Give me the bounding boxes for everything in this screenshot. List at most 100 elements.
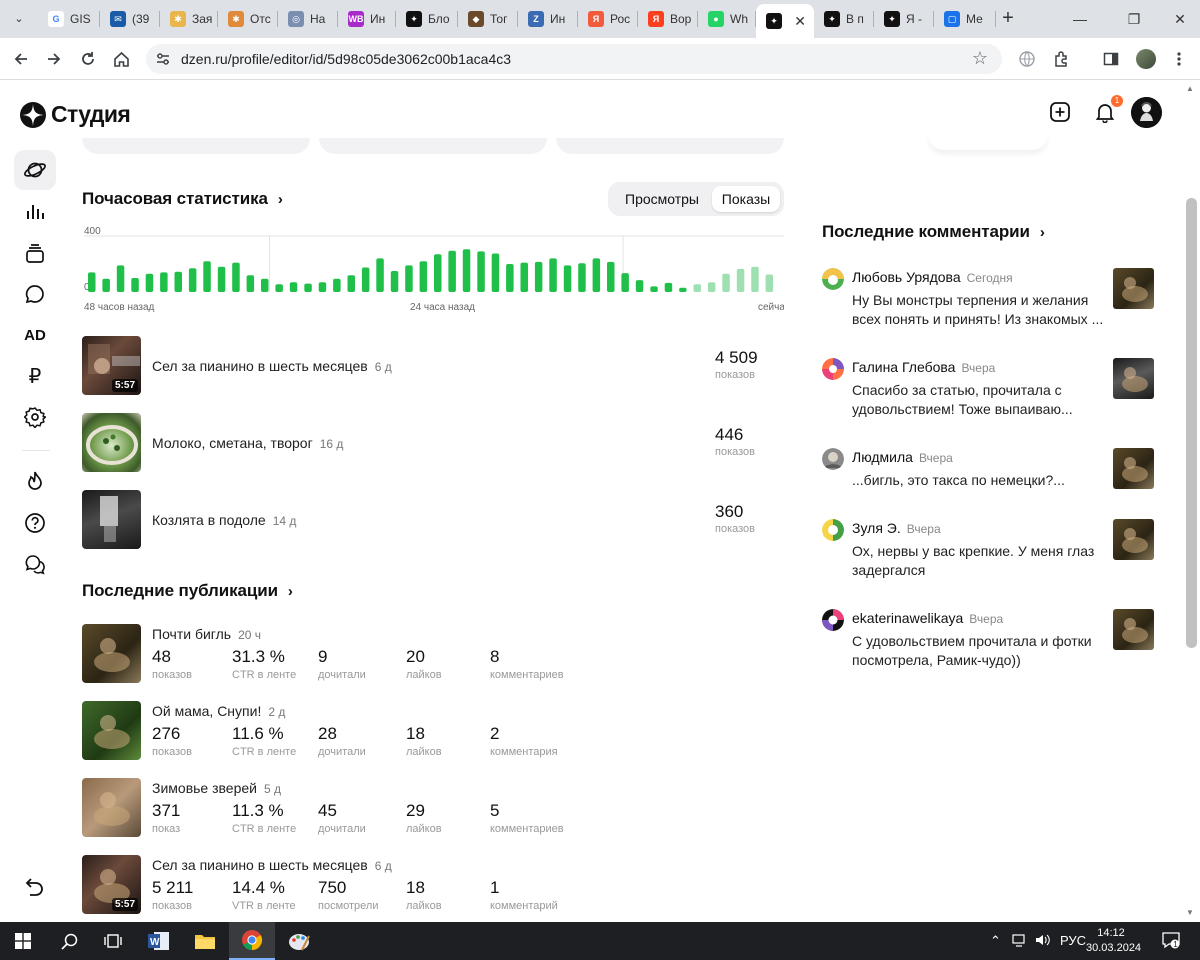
commenter-avatar[interactable] <box>822 358 844 380</box>
minimize-button[interactable]: — <box>1060 6 1100 32</box>
comment-item[interactable]: Галина Глебова Вчера Спасибо за статью, пр… <box>822 358 1156 430</box>
browser-tab[interactable]: ✱ Отс <box>218 6 278 32</box>
commenter-avatar[interactable] <box>822 609 844 631</box>
sidebar-item-help[interactable] <box>14 503 56 543</box>
forward-button[interactable] <box>41 46 67 72</box>
browser-tab[interactable]: ✱ Зая <box>160 6 218 32</box>
publication-title-line[interactable]: Сел за пианино в шесть месяцев 6 д <box>152 857 392 873</box>
publication-title-line[interactable]: Ой мама, Снупи! 2 д <box>152 703 285 719</box>
close-tab-icon[interactable]: ✕ <box>794 13 806 30</box>
commenter-avatar[interactable] <box>822 519 844 541</box>
comment-publication-thumbnail[interactable] <box>1113 268 1154 309</box>
taskbar-paint-app[interactable] <box>276 922 322 960</box>
commenter-line[interactable]: Зуля Э. Вчера <box>852 520 941 536</box>
input-language[interactable]: РУС <box>1060 933 1086 948</box>
volume-icon[interactable] <box>1035 933 1051 950</box>
profile-avatar-icon[interactable] <box>1135 48 1157 70</box>
publication-title-line[interactable]: Почти бигль 20 ч <box>152 626 261 642</box>
reload-button[interactable] <box>75 46 101 72</box>
comment-item[interactable]: Людмила Вчера ...бигль, это такса по немец… <box>822 448 1156 520</box>
browser-menu-icon[interactable] <box>1168 48 1190 70</box>
system-clock[interactable]: 14:12 30.03.2024 <box>1086 926 1141 956</box>
sidebar-item-monetization[interactable]: ₽ <box>14 356 56 396</box>
browser-tab[interactable]: ✦ В п <box>814 6 874 32</box>
home-button[interactable] <box>108 46 134 72</box>
comment-publication-thumbnail[interactable] <box>1113 448 1154 489</box>
sidebar-item-publications[interactable] <box>14 233 56 273</box>
sidebar-item-channel[interactable] <box>14 150 56 190</box>
browser-tab[interactable]: ◎ На <box>278 6 338 32</box>
side-panel-icon[interactable] <box>1100 48 1122 70</box>
video-thumbnail[interactable] <box>82 490 141 549</box>
browser-tab[interactable]: ✉ (39 <box>100 6 160 32</box>
back-button[interactable] <box>8 46 34 72</box>
toggle-views[interactable]: Просмотры <box>612 186 712 212</box>
video-thumbnail[interactable] <box>82 413 141 472</box>
top-video-row[interactable]: Молоко, сметана, творог 16 д 446 показов <box>82 413 782 473</box>
browser-tab[interactable]: ◆ Тог <box>458 6 518 32</box>
commenter-avatar[interactable] <box>822 268 844 290</box>
browser-tab[interactable]: WB Ин <box>338 6 396 32</box>
video-title-line[interactable]: Сел за пианино в шесть месяцев 6 д <box>152 358 392 374</box>
video-thumbnail[interactable]: 5:57 <box>82 336 141 395</box>
commenter-line[interactable]: Любовь Урядова Сегодня <box>852 269 1013 285</box>
network-icon[interactable] <box>1012 933 1028 950</box>
browser-tab[interactable]: Я Вор <box>638 6 698 32</box>
sidebar-item-ads[interactable]: AD <box>14 315 56 355</box>
close-window-button[interactable]: ✕ <box>1160 6 1200 32</box>
publication-row[interactable]: Почти бигль 20 ч 48 показов 31.3 % CTR в лент… <box>82 624 782 684</box>
commenter-line[interactable]: Галина Глебова Вчера <box>852 359 995 375</box>
sidebar-item-chat[interactable] <box>14 544 56 584</box>
publication-thumbnail[interactable] <box>82 778 141 837</box>
sidebar-item-settings[interactable] <box>14 397 56 437</box>
sidebar-item-statistics[interactable] <box>14 191 56 231</box>
commenter-avatar[interactable] <box>822 448 844 470</box>
comment-item[interactable]: Любовь Урядова Сегодня Ну Вы монстры терпе… <box>822 268 1156 340</box>
studio-logo[interactable]: Студия <box>20 101 131 128</box>
tab-search-button[interactable]: ⌄ <box>8 8 30 30</box>
browser-tab[interactable]: ▢ Ме <box>934 6 996 32</box>
toggle-impressions[interactable]: Показы <box>712 186 780 212</box>
site-settings-icon[interactable] <box>156 52 170 66</box>
extensions-icon[interactable] <box>1051 48 1073 70</box>
sidebar-item-back-to-dzen[interactable] <box>14 866 56 906</box>
url-text[interactable]: dzen.ru/profile/editor/id/5d98c05de3062c… <box>181 51 511 67</box>
publication-row[interactable]: 5:57 Сел за пианино в шесть месяцев 6 д 5 2… <box>82 855 782 915</box>
top-video-row[interactable]: 5:57 Сел за пианино в шесть месяцев 6 д 4… <box>82 336 782 396</box>
commenter-line[interactable]: ekaterinawelikaya Вчера <box>852 610 1003 626</box>
browser-tab[interactable]: ● Wh <box>698 6 756 32</box>
new-tab-button[interactable]: + <box>996 7 1020 31</box>
video-title-line[interactable]: Молоко, сметана, творог 16 д <box>152 435 343 451</box>
translate-icon[interactable] <box>1016 48 1038 70</box>
browser-tab[interactable]: ✦ Я - <box>874 6 934 32</box>
tray-overflow-chevron[interactable]: ⌃ <box>990 933 1001 949</box>
browser-tab[interactable]: G GIS <box>38 6 100 32</box>
publication-thumbnail[interactable] <box>82 624 141 683</box>
publication-title-line[interactable]: Зимовье зверей 5 д <box>152 780 281 796</box>
comment-item[interactable]: ekaterinawelikaya Вчера С удовольствием пр… <box>822 609 1156 681</box>
recent-comments-title[interactable]: Последние комментарии › <box>822 222 1045 242</box>
recent-publications-title[interactable]: Последние публикации › <box>82 581 293 601</box>
address-bar[interactable]: dzen.ru/profile/editor/id/5d98c05de3062c… <box>146 44 1002 74</box>
publication-row[interactable]: Зимовье зверей 5 д 371 показ 11.3 % CTR в лен… <box>82 778 782 838</box>
hourly-stats-title[interactable]: Почасовая статистика › <box>82 189 283 209</box>
browser-tab[interactable]: Z Ин <box>518 6 578 32</box>
comment-publication-thumbnail[interactable] <box>1113 519 1154 560</box>
browser-tab[interactable]: Я Рос <box>578 6 638 32</box>
publication-row[interactable]: Ой мама, Снупи! 2 д 276 показов 11.6 % CTR в … <box>82 701 782 761</box>
video-title-line[interactable]: Козлята в подоле 14 д <box>152 512 296 528</box>
action-center-button[interactable]: 1 <box>1161 931 1181 952</box>
comment-item[interactable]: Зуля Э. Вчера Ох, нервы у вас крепкие. У м… <box>822 519 1156 591</box>
comment-publication-thumbnail[interactable] <box>1113 609 1154 650</box>
task-view-button[interactable] <box>90 922 136 960</box>
bookmark-star-icon[interactable]: ☆ <box>972 48 988 69</box>
create-button[interactable] <box>1047 99 1073 125</box>
sidebar-item-comments[interactable] <box>14 274 56 314</box>
taskbar-chrome-app[interactable] <box>229 922 275 960</box>
scroll-up-arrow[interactable]: ▲ <box>1186 84 1194 93</box>
comment-publication-thumbnail[interactable] <box>1113 358 1154 399</box>
top-video-row[interactable]: Козлята в подоле 14 д 360 показов <box>82 490 782 550</box>
browser-tab[interactable]: ✦ Бло <box>396 6 458 32</box>
sidebar-item-popular[interactable] <box>14 461 56 501</box>
browser-tab[interactable]: ✦ ✕ <box>756 4 814 38</box>
